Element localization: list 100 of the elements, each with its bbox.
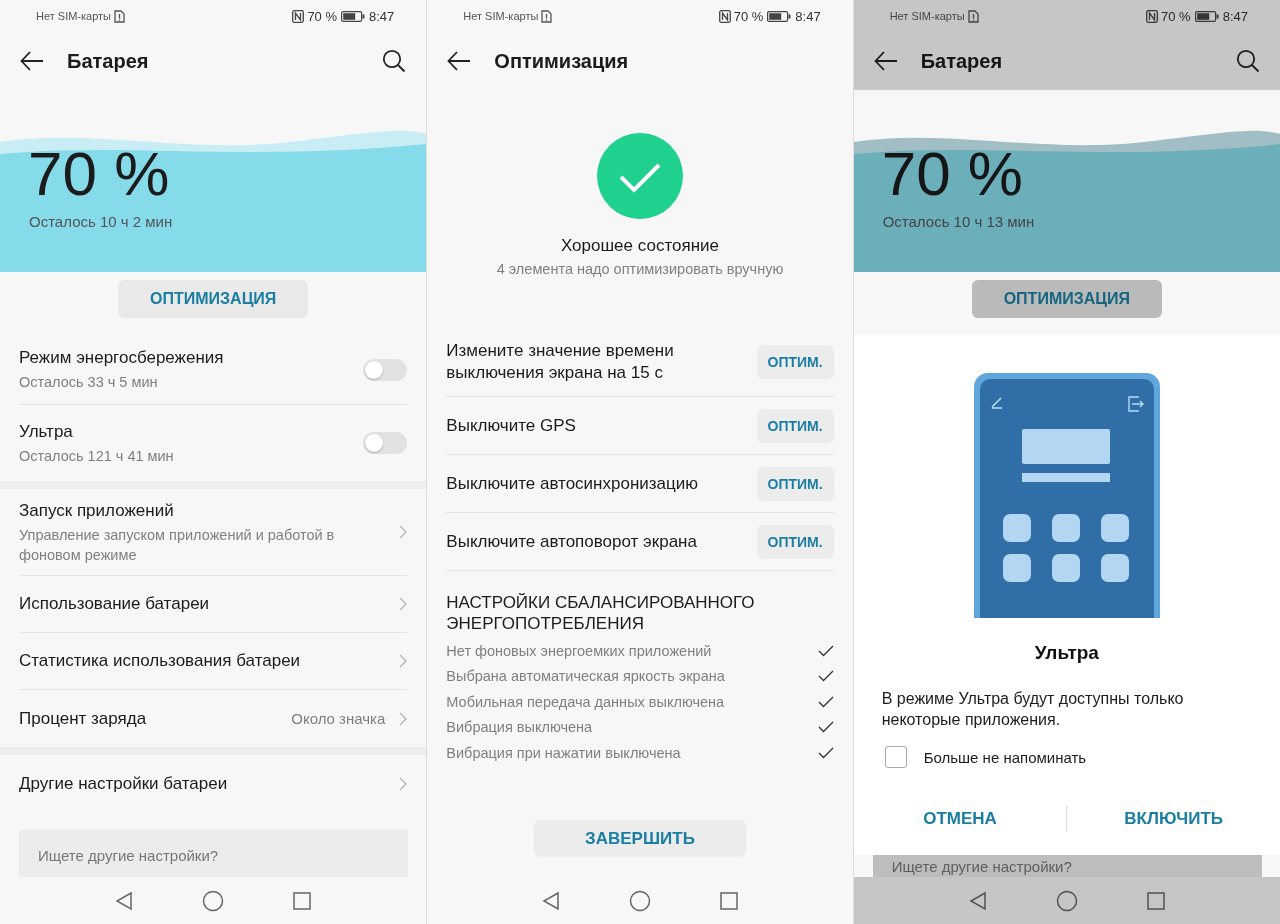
nav-back-button[interactable] — [114, 890, 135, 911]
check-item-label: Вибрация при нажатии выключена — [446, 744, 682, 761]
check-item-label: Выбрана автоматическая яркость экрана — [446, 668, 726, 685]
setting-title: Режим энергосбережения — [19, 347, 225, 369]
nav-home-button[interactable] — [629, 889, 651, 912]
checkbox[interactable] — [884, 746, 907, 768]
sim-alert-icon — [541, 9, 553, 23]
dialog-title: Ультра — [1033, 642, 1100, 664]
carrier-text: Нет SIM-карты — [463, 10, 539, 22]
clock-time: 8:47 — [369, 8, 395, 24]
carrier-text: Нет SIM-карты — [36, 10, 111, 22]
settings-row[interactable]: Запуск приложений Управление запуском приложений и работой в фоновом режиме — [0, 489, 427, 576]
task-label: Выключите автосинхронизацию — [446, 472, 699, 495]
confirm-button[interactable]: ВКЛЮЧИТЬ — [1067, 799, 1280, 839]
carrier-text: Нет SIM-карты — [889, 10, 965, 22]
screen-title: Батарея — [67, 49, 150, 73]
square-icon — [1145, 890, 1166, 911]
settings-row[interactable]: Использование батареи — [0, 576, 427, 633]
back-button[interactable] — [447, 51, 472, 71]
screen-title: Батарея — [920, 49, 1004, 73]
setting-title: Запуск приложений — [19, 499, 175, 522]
optimize-button[interactable]: ОПТИМ. — [756, 466, 834, 501]
setting-subtitle: Управление запуском приложений и работой в фоновом режиме — [19, 525, 336, 565]
optimize-button[interactable]: ОПТИМИЗАЦИЯ — [118, 280, 309, 318]
battery-percentage: 70 % — [28, 138, 170, 210]
battery-icon — [341, 10, 365, 22]
setting-title: Использование батареи — [19, 593, 211, 615]
circle-icon — [629, 889, 651, 912]
status-subtitle: 4 элемента надо оптимизировать вручную — [495, 261, 785, 277]
setting-subtitle: Осталось 121 ч 41 мин — [19, 446, 175, 466]
back-arrow-icon — [447, 51, 472, 71]
circle-icon — [202, 889, 225, 912]
nav-home-button[interactable] — [202, 889, 225, 912]
back-arrow-icon — [20, 51, 44, 71]
search-field[interactable]: Ищете другие настройки? — [872, 855, 1262, 877]
chevron-icon — [399, 597, 408, 611]
search-button[interactable] — [1236, 49, 1260, 73]
status-title: Хорошее состояние — [559, 236, 720, 256]
nav-back-button[interactable] — [541, 890, 561, 911]
toggle-switch[interactable] — [363, 358, 408, 381]
sim-alert-icon — [114, 9, 125, 23]
back-arrow-icon — [873, 51, 898, 71]
square-icon — [719, 890, 739, 911]
setting-subtitle: Осталось 33 ч 5 мин — [19, 373, 159, 392]
battery-percent: 70 % — [733, 8, 764, 24]
sim-alert-icon — [967, 9, 979, 23]
settings-row[interactable]: Другие настройки батареи — [0, 755, 427, 812]
setting-title: Другие настройки батареи — [19, 772, 229, 795]
circle-icon — [1055, 889, 1078, 912]
task-label: Выключите GPS — [446, 414, 577, 437]
battery-percentage: 70 % — [881, 138, 1023, 210]
battery-percent: 70 % — [1161, 8, 1191, 24]
task-label: Измените значение времени выключения экрана на 15 с — [446, 339, 675, 384]
settings-row[interactable]: Статистика использования батареи — [0, 633, 427, 690]
square-icon — [292, 890, 313, 911]
search-icon — [382, 49, 407, 73]
screen-title: Оптимизация — [494, 49, 630, 73]
setting-title: Процент заряда — [19, 707, 148, 730]
triangle-icon — [541, 890, 561, 911]
optimize-button[interactable]: ОПТИМИЗАЦИЯ — [971, 280, 1162, 318]
optimize-button[interactable]: ОПТИМ. — [756, 344, 834, 379]
nav-recents-button[interactable] — [719, 890, 739, 911]
toggle-switch[interactable] — [363, 432, 408, 454]
optimize-button[interactable]: ОПТИМ. — [756, 408, 834, 443]
search-icon — [1236, 49, 1260, 73]
check-item-label: Вибрация выключена — [446, 719, 594, 736]
back-button[interactable] — [873, 51, 898, 71]
search-field[interactable]: Ищете другие настройки? — [19, 830, 408, 877]
section-heading: НАСТРОЙКИ СБАЛАНСИРОВАННОГО ЭНЕРГОПОТРЕБЛЕНИЯ — [446, 592, 756, 634]
chevron-icon — [399, 654, 408, 668]
nfc-icon — [718, 9, 731, 23]
setting-title: Статистика использования батареи — [19, 650, 302, 672]
check-item-label: Мобильная передача данных выключена — [446, 693, 726, 710]
battery-percent: 70 % — [307, 8, 337, 24]
back-button[interactable] — [20, 51, 44, 71]
clock-time: 8:47 — [1222, 8, 1248, 24]
finish-button[interactable]: ЗАВЕРШИТЬ — [534, 820, 746, 857]
time-remaining: Осталось 10 ч 13 мин — [882, 213, 1035, 230]
nfc-icon — [292, 9, 305, 23]
nav-back-button[interactable] — [967, 890, 988, 911]
check-circle-icon — [597, 133, 683, 219]
setting-title: Ультра — [19, 420, 74, 443]
triangle-icon — [967, 890, 988, 911]
nav-recents-button[interactable] — [292, 890, 313, 911]
chevron-icon — [399, 525, 408, 539]
battery-icon — [767, 10, 792, 22]
chevron-icon — [399, 711, 408, 726]
dialog-message: В режиме Ультра будут доступны только некоторые приложения. — [881, 689, 1185, 730]
cancel-button[interactable]: ОТМЕНА — [853, 799, 1067, 839]
clock-time: 8:47 — [795, 8, 821, 24]
search-button[interactable] — [382, 49, 407, 73]
time-remaining: Осталось 10 ч 2 мин — [29, 213, 173, 230]
check-item-label: Нет фоновых энергоемких приложений — [446, 642, 713, 659]
settings-row[interactable]: Процент заряда Около значка — [0, 690, 427, 747]
nfc-icon — [1146, 9, 1159, 23]
nav-home-button[interactable] — [1055, 889, 1078, 912]
task-label: Выключите автоповорот экрана — [446, 530, 698, 553]
setting-value: Около значка — [291, 710, 386, 727]
nav-recents-button[interactable] — [1145, 890, 1166, 911]
optimize-button[interactable]: ОПТИМ. — [756, 524, 834, 559]
